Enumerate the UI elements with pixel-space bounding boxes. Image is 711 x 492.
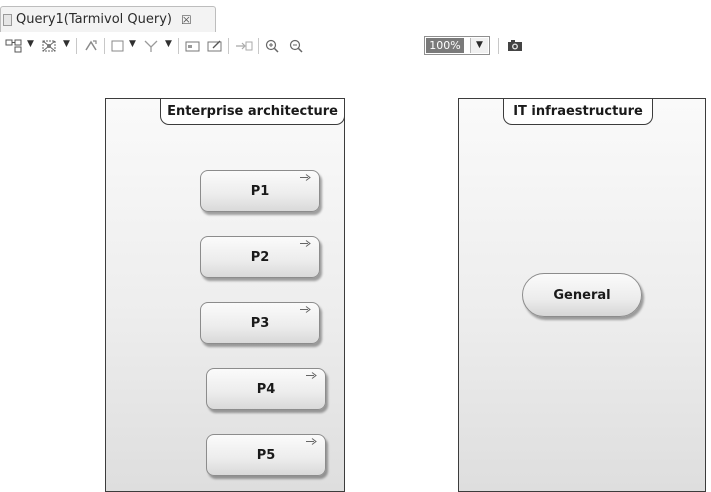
query-editor-window: Query1(Tarmivol Query) ☒ ▼ ▼ ▼ ▼ 100% ▼ … bbox=[0, 0, 711, 492]
diagram-toolbar: ▼ ▼ ▼ ▼ 100% ▼ bbox=[0, 32, 711, 60]
zoom-out-icon[interactable] bbox=[288, 37, 304, 55]
process-node-p2[interactable]: P2 bbox=[200, 236, 320, 278]
node-label: General bbox=[553, 287, 611, 303]
process-node-p5[interactable]: P5 bbox=[206, 434, 326, 476]
shape-icon[interactable] bbox=[110, 37, 126, 55]
process-arrow-icon bbox=[306, 438, 317, 445]
process-arrow-icon bbox=[300, 306, 311, 313]
edit-view-icon[interactable] bbox=[206, 37, 224, 55]
toolbar-separator bbox=[498, 38, 499, 54]
infrastructure-node-general[interactable]: General bbox=[522, 273, 642, 317]
close-icon[interactable]: ☒ bbox=[181, 14, 192, 26]
auto-layout-dropdown-arrow[interactable]: ▼ bbox=[63, 40, 70, 49]
diagram-canvas[interactable]: Enterprise architecture IT infraestructu… bbox=[0, 60, 711, 492]
zoom-level-select[interactable]: 100% ▼ bbox=[424, 36, 490, 55]
auto-layout-icon[interactable] bbox=[40, 37, 58, 55]
zoom-in-icon[interactable] bbox=[264, 37, 280, 55]
tab-title: Query1(Tarmivol Query) bbox=[16, 12, 172, 27]
toolbar-separator bbox=[178, 38, 179, 54]
view-icon[interactable] bbox=[184, 37, 202, 55]
enterprise-architecture-container[interactable]: Enterprise architecture bbox=[105, 98, 345, 492]
process-arrow-icon bbox=[300, 174, 311, 181]
zoom-level-value: 100% bbox=[426, 38, 464, 53]
shape-dropdown-arrow[interactable]: ▼ bbox=[129, 40, 136, 49]
layout-dropdown-arrow[interactable]: ▼ bbox=[27, 40, 34, 49]
process-node-p1[interactable]: P1 bbox=[200, 170, 320, 212]
container-title: Enterprise architecture bbox=[160, 99, 345, 125]
editor-tab-bar: Query1(Tarmivol Query) ☒ bbox=[0, 0, 711, 33]
refresh-icon[interactable] bbox=[82, 37, 100, 55]
chevron-down-icon[interactable]: ▼ bbox=[470, 38, 488, 53]
process-node-p3[interactable]: P3 bbox=[200, 302, 320, 344]
container-title: IT infraestructure bbox=[503, 99, 653, 125]
toolbar-separator bbox=[104, 38, 105, 54]
toolbar-separator bbox=[228, 38, 229, 54]
node-label: P1 bbox=[250, 183, 270, 199]
tab-query1[interactable]: Query1(Tarmivol Query) ☒ bbox=[0, 6, 216, 32]
query-file-icon bbox=[3, 13, 12, 26]
node-label: P4 bbox=[256, 381, 276, 397]
toolbar-separator bbox=[258, 38, 259, 54]
node-label: P5 bbox=[256, 447, 276, 463]
filter-dropdown-arrow[interactable]: ▼ bbox=[165, 40, 172, 49]
layout-icon[interactable] bbox=[5, 37, 23, 55]
node-label: P3 bbox=[250, 315, 270, 331]
process-arrow-icon bbox=[300, 240, 311, 247]
process-node-p4[interactable]: P4 bbox=[206, 368, 326, 410]
export-icon[interactable] bbox=[234, 37, 254, 55]
camera-icon[interactable] bbox=[506, 37, 524, 55]
toolbar-separator bbox=[76, 38, 77, 54]
filter-icon[interactable] bbox=[142, 37, 160, 55]
node-label: P2 bbox=[250, 249, 270, 265]
process-arrow-icon bbox=[306, 372, 317, 379]
